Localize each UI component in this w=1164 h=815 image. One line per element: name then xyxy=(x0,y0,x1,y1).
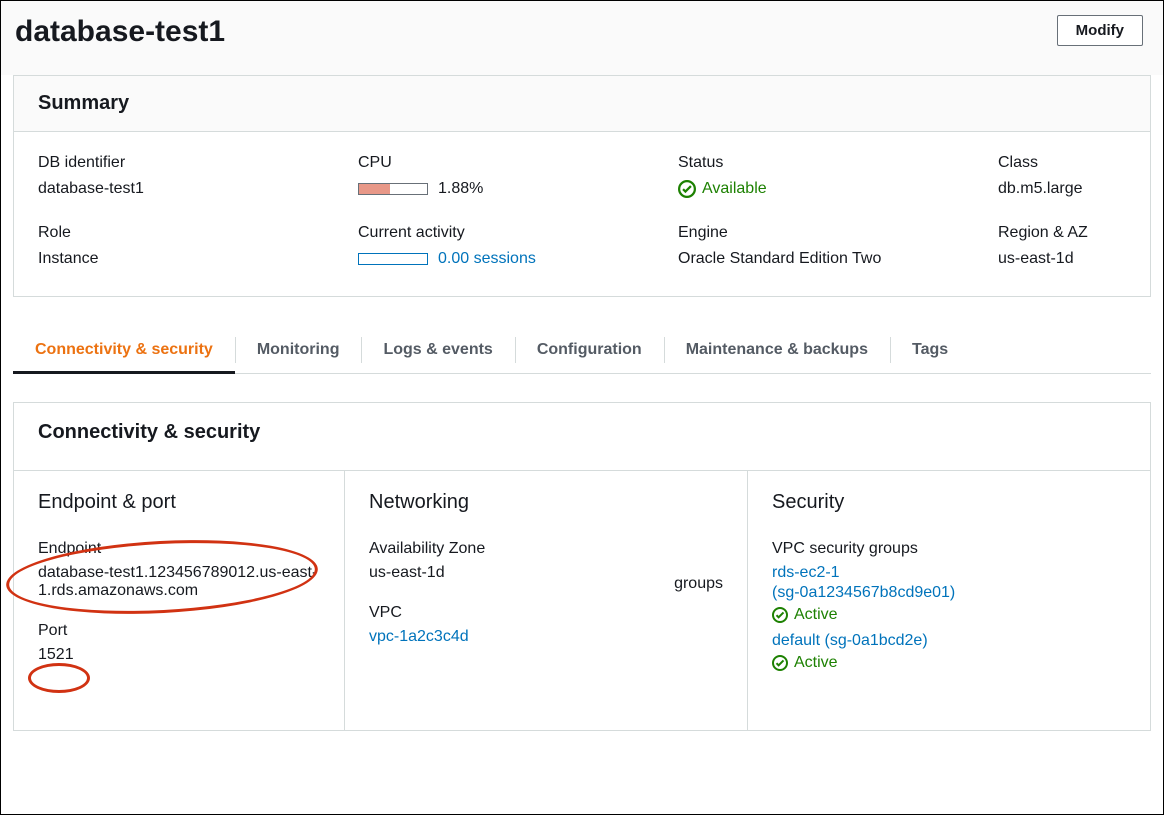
check-circle-icon xyxy=(772,655,788,671)
status-value-row: Available xyxy=(678,180,998,198)
stray-groups-text: groups xyxy=(674,575,723,593)
vpc-label: VPC xyxy=(369,604,723,622)
connectivity-card: Connectivity & security Endpoint & port … xyxy=(13,402,1151,731)
summary-grid: DB identifier database-test1 CPU 1.88% S… xyxy=(14,132,1150,296)
field-engine: Engine Oracle Standard Edition Two xyxy=(678,224,998,268)
field-region-az: Region & AZ us-east-1d xyxy=(998,224,1126,268)
check-circle-icon xyxy=(678,180,696,198)
field-role: Role Instance xyxy=(38,224,358,268)
cpu-bar xyxy=(358,183,428,195)
role-label: Role xyxy=(38,224,358,242)
db-identifier-value: database-test1 xyxy=(38,180,358,198)
tab-configuration[interactable]: Configuration xyxy=(515,327,664,373)
security-column: Security VPC security groups rds-ec2-1 (… xyxy=(747,471,1150,730)
connectivity-card-header: Connectivity & security xyxy=(14,403,1150,470)
region-value: us-east-1d xyxy=(998,250,1126,268)
field-cpu: CPU 1.88% xyxy=(358,154,678,198)
sg1-status: Active xyxy=(772,606,1126,624)
tab-tags[interactable]: Tags xyxy=(890,327,970,373)
sg1-id-link[interactable]: (sg-0a1234567b8cd9e01) xyxy=(772,584,955,601)
sg1-active-text: Active xyxy=(794,606,838,624)
db-identifier-label: DB identifier xyxy=(38,154,358,172)
vpc-link[interactable]: vpc-1a2c3c4d xyxy=(369,628,723,646)
sg2-active-text: Active xyxy=(794,654,838,672)
vpc-value[interactable]: vpc-1a2c3c4d xyxy=(369,628,469,645)
security-title: Security xyxy=(772,491,1126,514)
class-label: Class xyxy=(998,154,1126,172)
sg2-status: Active xyxy=(772,654,1126,672)
endpoint-port-column: Endpoint & port Endpoint database-test1.… xyxy=(14,471,344,730)
page-title: database-test1 xyxy=(15,15,225,49)
cpu-value-row: 1.88% xyxy=(358,180,678,198)
cpu-bar-fill xyxy=(359,184,390,194)
endpoint-port-title: Endpoint & port xyxy=(38,491,320,514)
port-value: 1521 xyxy=(38,646,320,664)
endpoint-label: Endpoint xyxy=(38,540,320,558)
status-value: Available xyxy=(702,180,767,198)
region-label: Region & AZ xyxy=(998,224,1126,242)
az-value: us-east-1d xyxy=(369,564,723,582)
field-db-identifier: DB identifier database-test1 xyxy=(38,154,358,198)
page-header: database-test1 Modify xyxy=(1,1,1163,75)
networking-title: Networking xyxy=(369,491,723,514)
endpoint-value: database-test1.123456789012.us-east-1.rd… xyxy=(38,564,320,600)
field-status: Status Available xyxy=(678,154,998,198)
tab-connectivity-security[interactable]: Connectivity & security xyxy=(13,327,235,373)
networking-column: Networking Availability Zone us-east-1d … xyxy=(344,471,747,730)
activity-label: Current activity xyxy=(358,224,678,242)
summary-card-header: Summary xyxy=(14,76,1150,132)
field-activity: Current activity 0.00 sessions xyxy=(358,224,678,268)
summary-heading: Summary xyxy=(38,92,1126,115)
tabs: Connectivity & security Monitoring Logs … xyxy=(13,327,1151,374)
check-circle-icon xyxy=(772,607,788,623)
activity-value[interactable]: 0.00 sessions xyxy=(438,250,536,267)
annotation-ellipse-port xyxy=(28,663,90,693)
activity-bar xyxy=(358,253,428,265)
tab-monitoring[interactable]: Monitoring xyxy=(235,327,362,373)
role-value: Instance xyxy=(38,250,358,268)
summary-card: Summary DB identifier database-test1 CPU… xyxy=(13,75,1151,297)
activity-value-row: 0.00 sessions xyxy=(358,250,678,268)
cpu-value: 1.88% xyxy=(438,180,483,197)
sg2-link[interactable]: default (sg-0a1bcd2e) xyxy=(772,632,928,649)
port-label: Port xyxy=(38,622,320,640)
tab-logs-events[interactable]: Logs & events xyxy=(361,327,514,373)
connectivity-columns: Endpoint & port Endpoint database-test1.… xyxy=(14,470,1150,730)
status-label: Status xyxy=(678,154,998,172)
az-label: Availability Zone xyxy=(369,540,723,558)
cpu-label: CPU xyxy=(358,154,678,172)
tab-maintenance-backups[interactable]: Maintenance & backups xyxy=(664,327,890,373)
sg1-name-link[interactable]: rds-ec2-1 xyxy=(772,564,840,581)
connectivity-heading: Connectivity & security xyxy=(38,421,1126,444)
class-value: db.m5.large xyxy=(998,180,1126,198)
field-class: Class db.m5.large xyxy=(998,154,1126,198)
modify-button[interactable]: Modify xyxy=(1057,15,1143,46)
sg-label: VPC security groups xyxy=(772,540,1126,558)
engine-label: Engine xyxy=(678,224,998,242)
engine-value: Oracle Standard Edition Two xyxy=(678,250,998,268)
